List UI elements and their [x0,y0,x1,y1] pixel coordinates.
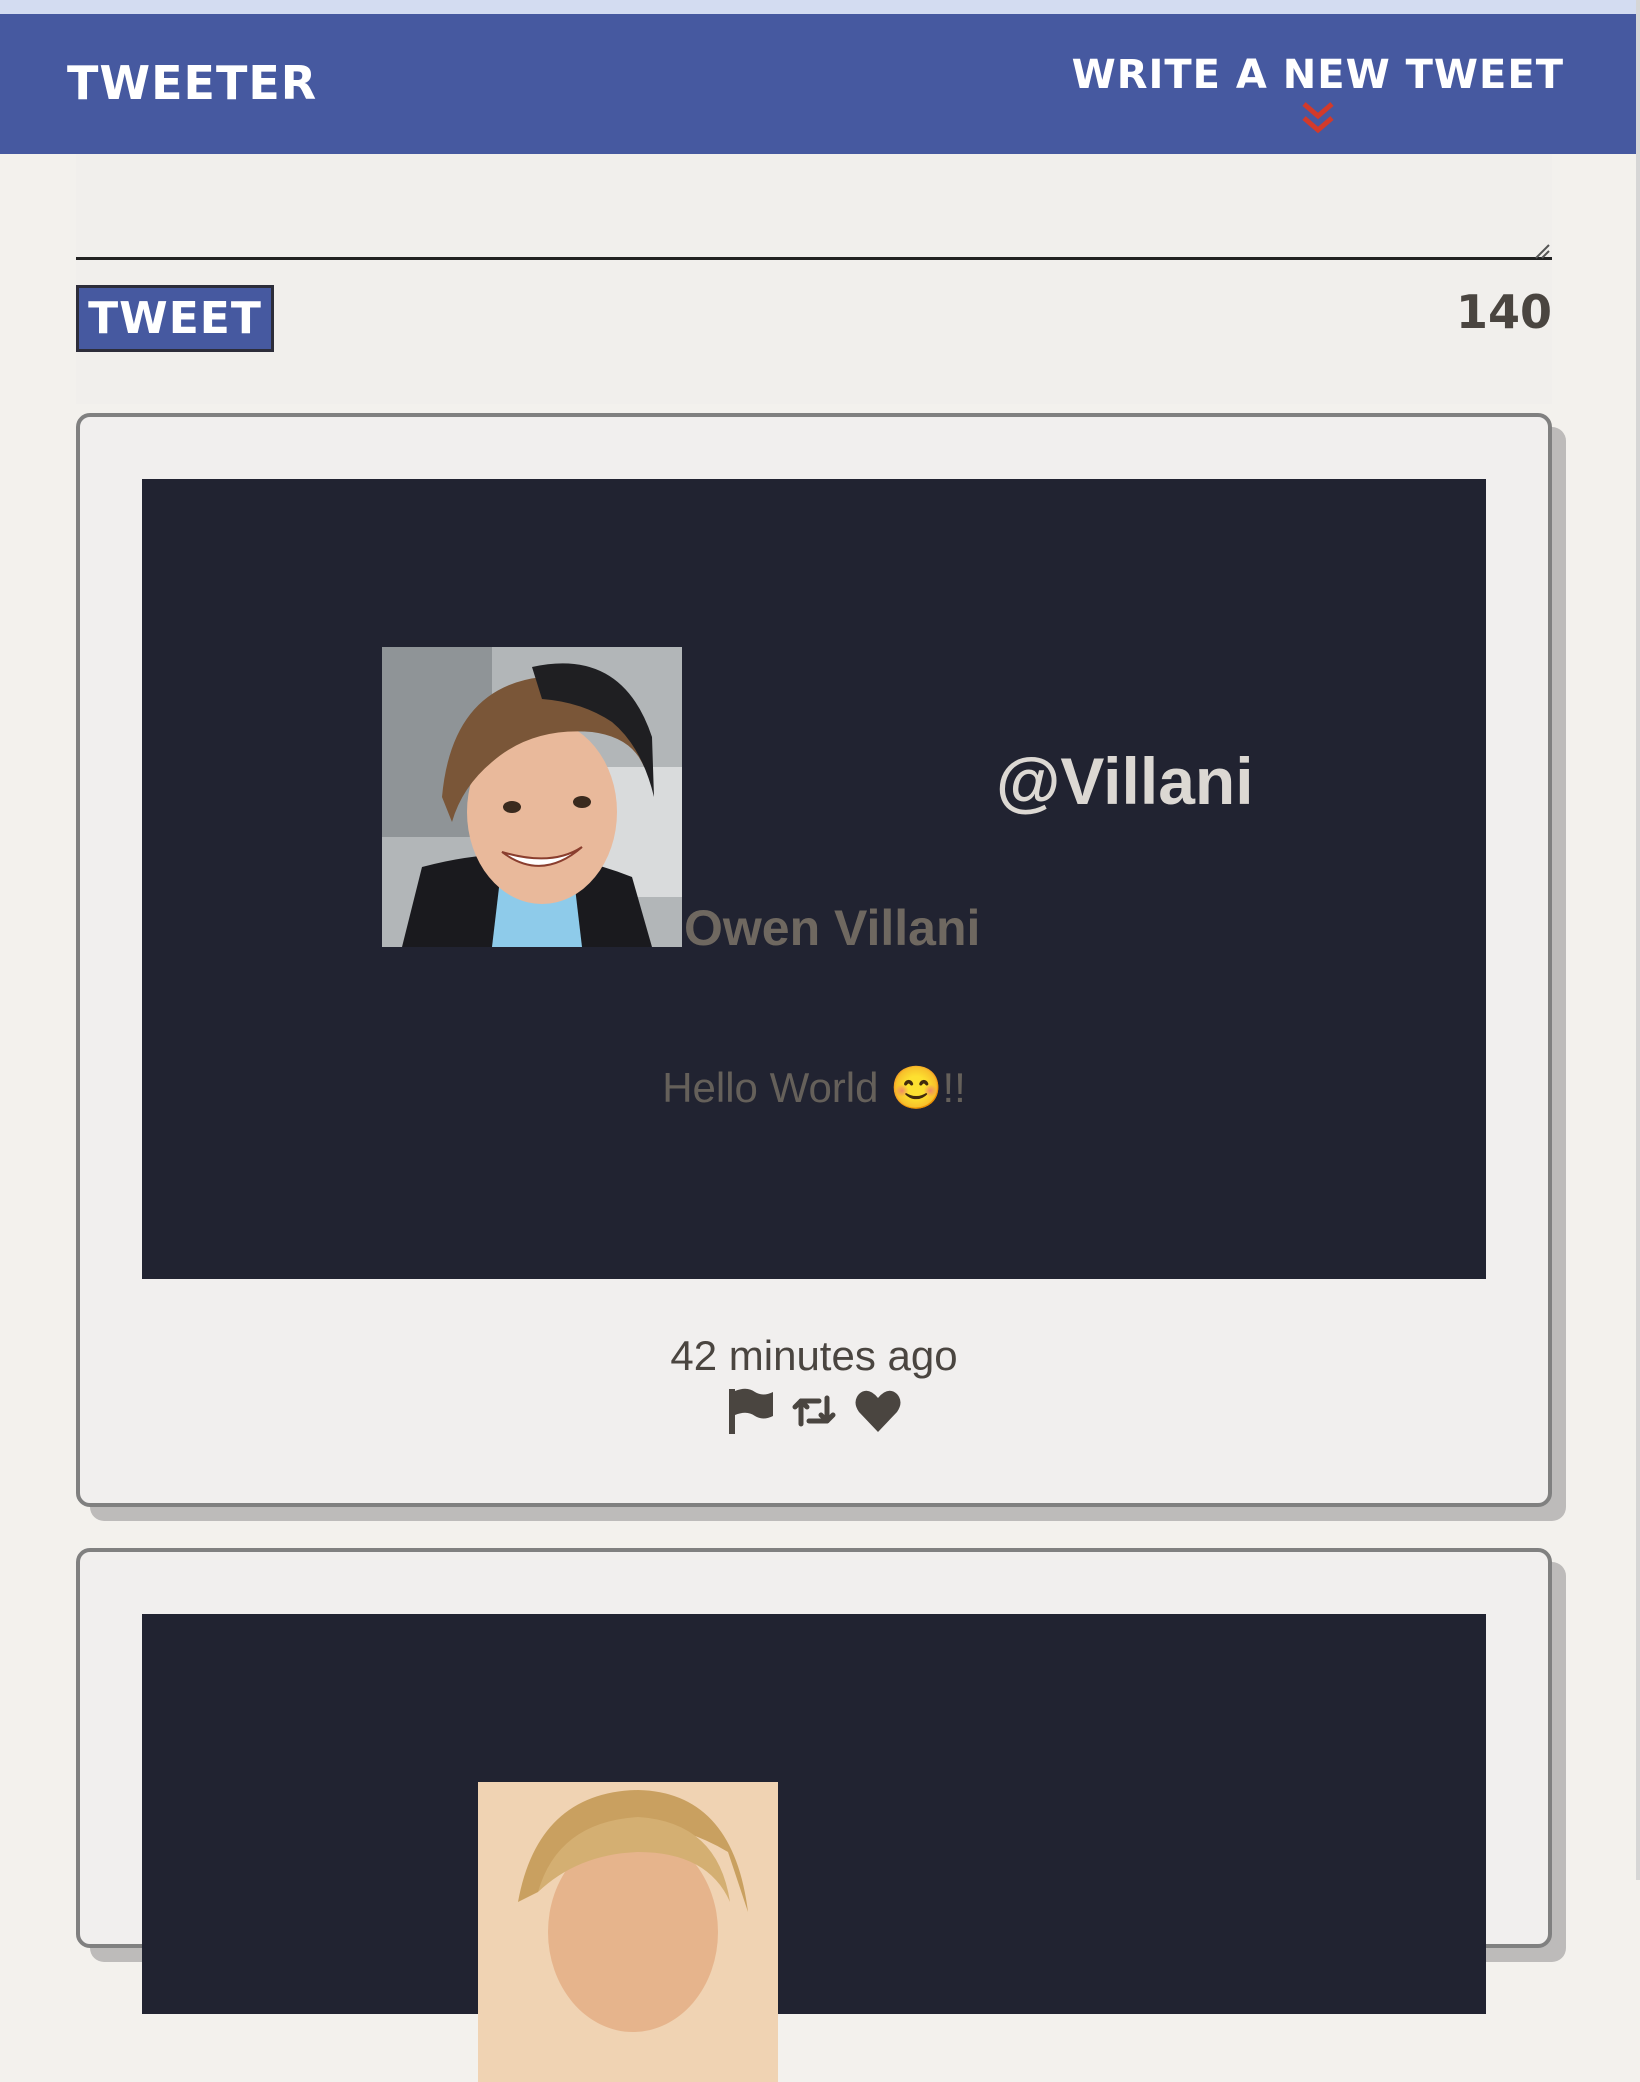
tweet-author-name: Owen Villani [684,900,981,956]
tweet-header [142,1614,1486,2082]
compose-section [76,154,1552,404]
navbar: TWEETER WRITE A NEW TWEET [0,14,1636,154]
character-counter: 140 [1455,285,1552,339]
tweet-submit-button[interactable]: TWEET [76,285,274,352]
tweet-footer: 42 minutes ago [80,1332,1548,1436]
chevron-double-down-icon[interactable] [1298,100,1338,138]
write-new-tweet-label[interactable]: WRITE A NEW TWEET [1072,52,1564,98]
flag-icon[interactable] [725,1386,775,1436]
avatar [478,1782,778,2082]
tweet-actions [80,1386,1548,1436]
brand-logo[interactable]: TWEETER [67,56,317,110]
tweet-textarea[interactable] [76,200,1552,260]
tweet-card [76,1548,1552,2082]
avatar-photo-icon [478,1782,778,2082]
retweet-icon[interactable] [789,1386,839,1436]
tweet-handle: @Villani [996,744,1254,818]
window-edge [1636,0,1640,1880]
avatar [382,647,682,947]
tweet-timestamp: 42 minutes ago [670,1332,958,1379]
avatar-photo-icon [382,647,682,947]
heart-icon[interactable] [853,1386,903,1436]
tweet-header: @Villani Owen Villani Hello World 😊!! [142,479,1486,1279]
tweet-card: @Villani Owen Villani Hello World 😊!! 42… [76,413,1552,1507]
resize-handle-icon[interactable] [1534,243,1550,259]
tweet-content: Hello World 😊!! [662,1064,966,1111]
write-new-tweet-toggle[interactable]: WRITE A NEW TWEET [1072,52,1564,138]
browser-top-strip [0,0,1640,14]
